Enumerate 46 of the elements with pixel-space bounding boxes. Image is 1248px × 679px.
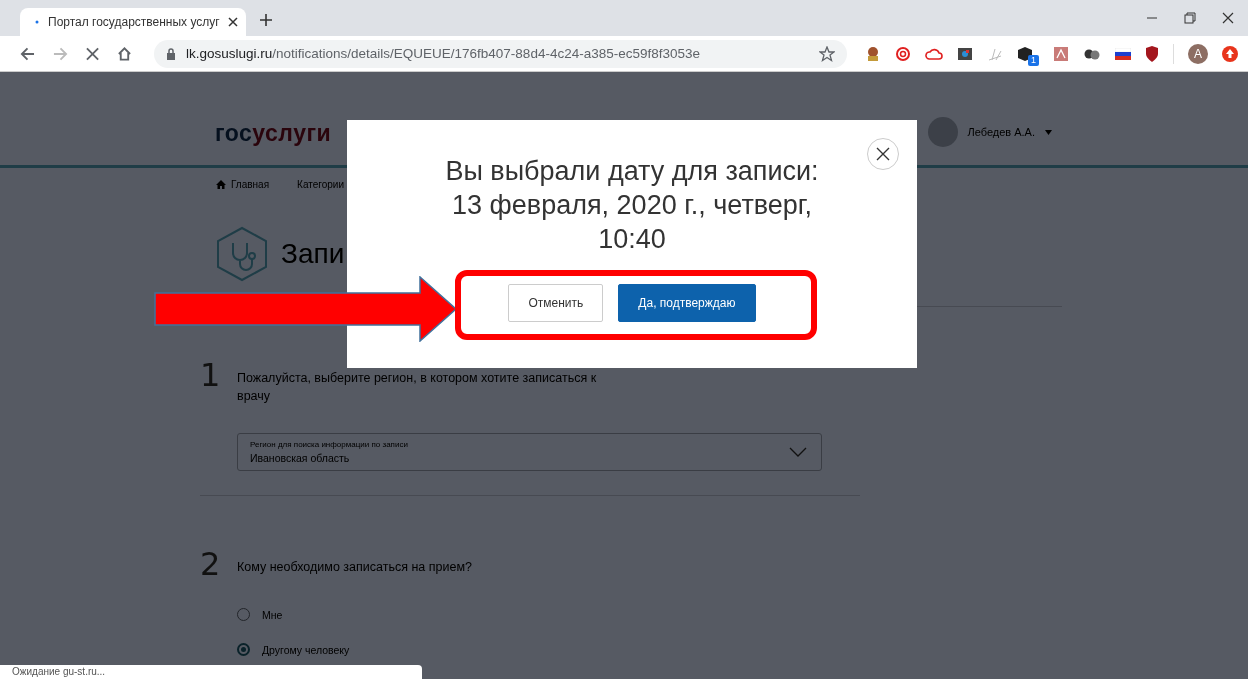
field-label: Регион для поиска информации по записи <box>250 440 409 449</box>
page-title: Запи <box>281 238 345 270</box>
close-icon[interactable] <box>1222 12 1234 24</box>
step-question: Кому необходимо записаться на прием? <box>237 559 473 576</box>
step-number: 2 <box>200 550 222 578</box>
home-icon[interactable] <box>117 45 132 62</box>
option-label: Другому человеку <box>262 643 350 656</box>
cancel-button[interactable]: Отменить <box>508 284 604 322</box>
close-button[interactable] <box>867 138 899 170</box>
flag-icon[interactable] <box>1115 47 1131 60</box>
option-label: Мне <box>262 608 283 621</box>
extension-badge: 1 <box>1028 54 1039 66</box>
back-icon[interactable] <box>20 45 35 62</box>
browser-tab[interactable]: Портал государственных услуг <box>20 8 246 36</box>
region-select[interactable]: Регион для поиска информации по записи Ивановская область <box>237 433 822 471</box>
cloud-icon[interactable] <box>925 46 943 61</box>
field-value: Ивановская область <box>250 452 351 464</box>
url-text: lk.gosuslugi.ru/notifications/details/EQUEUE/176fb407-88d4-4c24-a385-ec59f8f3053e <box>185 46 701 61</box>
status-text: Ожидание gu-st.ru... <box>12 666 106 677</box>
step-number: 1 <box>200 361 222 396</box>
close-icon[interactable] <box>227 17 238 27</box>
loading-icon <box>34 19 40 25</box>
address-bar[interactable]: lk.gosuslugi.ru/notifications/details/EQUEUE/176fb407-88d4-4c24-a385-ec59f8f3053e <box>153 39 847 68</box>
stop-icon[interactable] <box>85 46 99 61</box>
restore-icon[interactable] <box>1184 12 1196 24</box>
radio-button[interactable] <box>237 643 250 656</box>
lock-icon <box>165 47 176 60</box>
step-question: Пожалуйста, выберите регион, в котором хотите записаться к врачу <box>237 370 598 405</box>
close-icon <box>876 147 890 161</box>
site-logo[interactable]: госуслуги <box>215 120 332 147</box>
home-icon <box>216 180 226 189</box>
user-name[interactable]: Лебедев А.А. <box>967 126 1035 138</box>
shield-icon[interactable] <box>1145 45 1159 62</box>
caret-icon[interactable] <box>1045 129 1052 135</box>
breadcrumb-link[interactable]: Категории <box>297 179 344 190</box>
profile-avatar[interactable]: A <box>1188 43 1208 64</box>
cube-icon[interactable] <box>1017 45 1033 62</box>
breadcrumb-link[interactable]: Главная <box>231 179 270 190</box>
modal-title: Вы выбрали дату для записи: 13 февраля, 2020 г., четверг, 10:40 <box>444 155 820 256</box>
star-icon[interactable] <box>819 45 835 62</box>
pdf-icon[interactable] <box>1053 45 1069 62</box>
chevron-down-icon <box>789 447 807 457</box>
confirm-button[interactable]: Да, подтверждаю <box>618 284 756 322</box>
plus-icon[interactable] <box>259 14 272 26</box>
stethoscope-icon <box>215 226 269 282</box>
update-icon[interactable] <box>1222 45 1238 62</box>
